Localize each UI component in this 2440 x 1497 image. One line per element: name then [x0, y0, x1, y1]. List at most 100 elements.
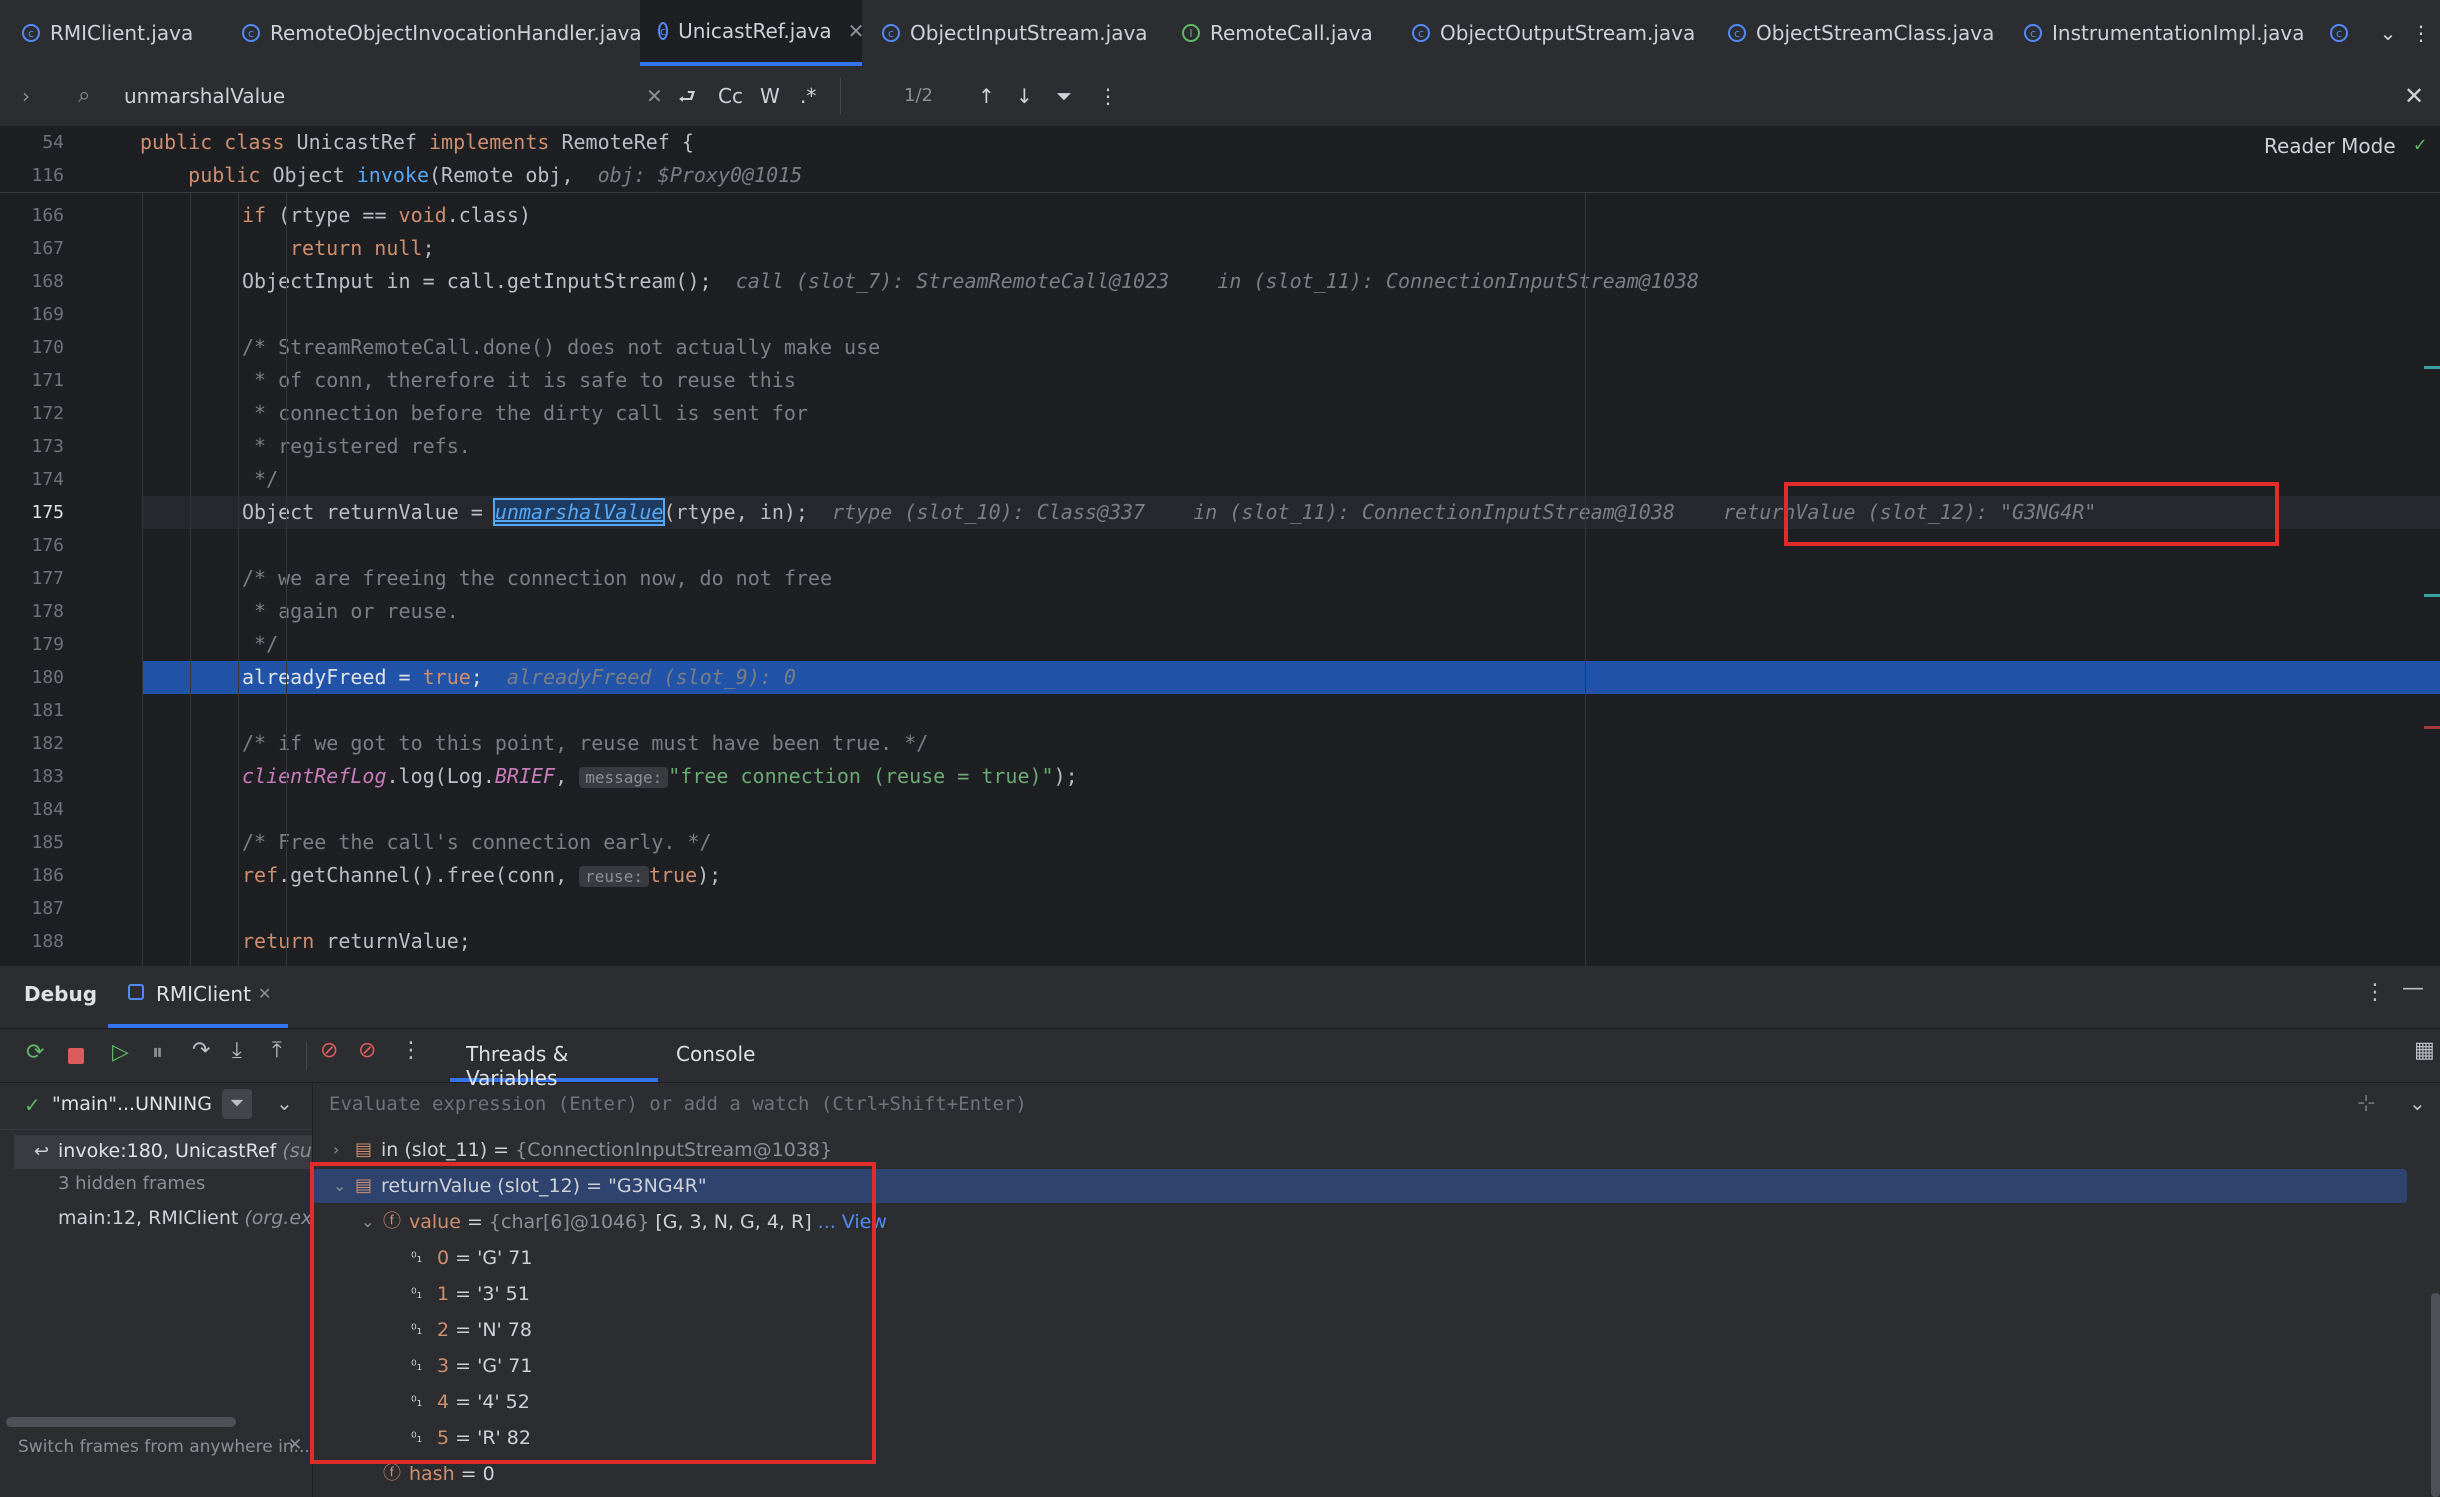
- clear-search-icon[interactable]: ✕: [646, 66, 663, 126]
- reader-mode-button[interactable]: Reader Mode: [2264, 134, 2396, 158]
- code-line[interactable]: 184: [0, 793, 2440, 826]
- line-number[interactable]: 181: [0, 694, 64, 727]
- step-over-icon[interactable]: ↷: [192, 1038, 210, 1063]
- code-line[interactable]: 185 /* Free the call's connection early. …: [0, 826, 2440, 859]
- add-watch-icon[interactable]: ⊹: [2357, 1091, 2375, 1116]
- code-line[interactable]: 177 /* we are freeing the connection now,…: [0, 562, 2440, 595]
- more-options-icon[interactable]: ⋮: [1098, 66, 1118, 126]
- line-number[interactable]: 188: [0, 925, 64, 958]
- pause-icon[interactable]: ⏸: [152, 1040, 163, 1065]
- regex-toggle[interactable]: .*: [800, 66, 816, 126]
- line-number[interactable]: 185: [0, 826, 64, 859]
- step-into-icon[interactable]: ⤓: [232, 1038, 242, 1063]
- line-number[interactable]: 169: [0, 298, 64, 331]
- code-line[interactable]: 179 */: [0, 628, 2440, 661]
- more-icon[interactable]: ⋮: [400, 1038, 422, 1063]
- code-line[interactable]: 166 if (rtype == void.class): [0, 199, 2440, 232]
- line-number[interactable]: 183: [0, 760, 64, 793]
- search-input[interactable]: unmarshalValue: [124, 66, 285, 126]
- tab-rmiclient-session[interactable]: RMIClient ✕: [108, 966, 288, 1028]
- code-line[interactable]: 170 /* StreamRemoteCall.done() does not a…: [0, 331, 2440, 364]
- thread-selector[interactable]: ✓ "main"...UNNING ⏷ ⌄: [0, 1083, 312, 1130]
- expand-replace-icon[interactable]: ›: [22, 66, 30, 126]
- code-line[interactable]: 178 * again or reuse.: [0, 595, 2440, 628]
- line-number[interactable]: 173: [0, 430, 64, 463]
- vertical-scrollbar[interactable]: [2431, 1293, 2440, 1497]
- more-icon[interactable]: ⋮: [2364, 980, 2386, 1005]
- close-hint-icon[interactable]: ✕: [288, 1435, 302, 1455]
- code-line[interactable]: 173 * registered refs.: [0, 430, 2440, 463]
- code-line[interactable]: 168 ObjectInput in = call.getInputStream(…: [0, 265, 2440, 298]
- step-out-icon[interactable]: ⤒: [272, 1038, 282, 1063]
- line-number[interactable]: 176: [0, 529, 64, 562]
- more-icon[interactable]: ⋮: [2406, 0, 2436, 66]
- code-line[interactable]: 172 * connection before the dirty call i…: [0, 397, 2440, 430]
- tab-instrumentationimpl[interactable]: c InstrumentationImpl.java: [2024, 0, 2305, 66]
- line-number[interactable]: 177: [0, 562, 64, 595]
- line-number[interactable]: 175: [0, 496, 64, 529]
- filter-icon[interactable]: ⏷: [222, 1089, 252, 1119]
- close-find-icon[interactable]: ✕: [2404, 66, 2424, 126]
- filter-icon[interactable]: ⏷: [1056, 66, 1072, 126]
- code-line[interactable]: 182 /* if we got to this point, reuse mus…: [0, 727, 2440, 760]
- tab-remotecall[interactable]: I RemoteCall.java: [1182, 0, 1373, 66]
- line-number[interactable]: 179: [0, 628, 64, 661]
- line-number[interactable]: 186: [0, 859, 64, 892]
- tab-objectstreamclass[interactable]: c ObjectStreamClass.java: [1728, 0, 1994, 66]
- tab-console[interactable]: Console: [676, 1042, 755, 1066]
- code-line[interactable]: 183 clientRefLog.log(Log.BRIEF, message: "…: [0, 760, 2440, 793]
- view-breakpoints-icon[interactable]: ⊘: [320, 1038, 338, 1063]
- tab-remoteobjectinvocationhandler[interactable]: c RemoteObjectInvocationHandler.java: [242, 0, 642, 66]
- tab-overflow[interactable]: c: [2330, 0, 2358, 66]
- code-editor[interactable]: 54 public class UnicastRef implements Rem…: [0, 126, 2440, 966]
- tab-objectoutputstream[interactable]: c ObjectOutputStream.java: [1412, 0, 1695, 66]
- code-line[interactable]: 187: [0, 892, 2440, 925]
- code-line[interactable]: 169: [0, 298, 2440, 331]
- whole-words-toggle[interactable]: W: [760, 66, 780, 126]
- tab-list-chevron-icon[interactable]: ⌄: [2368, 0, 2408, 66]
- frame-row[interactable]: main:12, RMIClient (org.exam: [58, 1207, 312, 1229]
- previous-match-icon[interactable]: ↑: [978, 66, 995, 126]
- evaluate-expression-input[interactable]: Evaluate expression (Enter) or add a wat…: [329, 1093, 1027, 1115]
- code-line[interactable]: 188 return returnValue;: [0, 925, 2440, 958]
- tab-unicastref[interactable]: c UnicastRef.java ✕: [640, 0, 865, 66]
- line-number[interactable]: 184: [0, 793, 64, 826]
- resume-icon[interactable]: ▷: [112, 1040, 129, 1065]
- line-number[interactable]: 167: [0, 232, 64, 265]
- code-line[interactable]: 186 ref.getChannel().free(conn, reuse: tru…: [0, 859, 2440, 892]
- search-icon[interactable]: ⌕: [78, 66, 90, 126]
- next-match-icon[interactable]: ↓: [1016, 66, 1033, 126]
- current-execution-line[interactable]: 180 alreadyFreed = true; alreadyFreed (sl…: [0, 661, 2440, 694]
- hidden-frames[interactable]: 3 hidden frames: [58, 1173, 205, 1194]
- line-number[interactable]: 178: [0, 595, 64, 628]
- minimize-icon[interactable]: —: [2402, 976, 2424, 1001]
- chevron-down-icon[interactable]: ⌄: [276, 1091, 293, 1115]
- frame-row-selected[interactable]: ↩ invoke:180, UnicastRef (sun.rmi: [14, 1135, 312, 1169]
- rerun-icon[interactable]: ⟳: [26, 1040, 44, 1065]
- line-number[interactable]: 187: [0, 892, 64, 925]
- code-line[interactable]: 167 return null;: [0, 232, 2440, 265]
- line-number[interactable]: 170: [0, 331, 64, 364]
- line-number[interactable]: 172: [0, 397, 64, 430]
- mute-breakpoints-icon[interactable]: ⊘: [358, 1038, 376, 1063]
- code-line[interactable]: 171 * of conn, therefore it is safe to r…: [0, 364, 2440, 397]
- tab-threads-variables[interactable]: Threads & Variables: [450, 1028, 658, 1090]
- code-line[interactable]: 181: [0, 694, 2440, 727]
- tab-objectinputstream[interactable]: c ObjectInputStream.java: [882, 0, 1148, 66]
- tab-rmiclient[interactable]: c RMIClient.java: [22, 0, 193, 66]
- close-session-icon[interactable]: ✕: [258, 984, 271, 1003]
- close-tab-icon[interactable]: ✕: [848, 19, 865, 43]
- line-number[interactable]: 171: [0, 364, 64, 397]
- stop-icon[interactable]: [68, 1048, 84, 1064]
- new-line-icon[interactable]: ⮐: [678, 66, 696, 126]
- horizontal-scrollbar[interactable]: [6, 1417, 236, 1427]
- line-number[interactable]: 174: [0, 463, 64, 496]
- chevron-down-icon[interactable]: ⌄: [2409, 1091, 2426, 1115]
- match-case-toggle[interactable]: Cc: [718, 66, 743, 126]
- line-number[interactable]: 180: [0, 661, 64, 694]
- line-number[interactable]: 166: [0, 199, 64, 232]
- line-number[interactable]: 168: [0, 265, 64, 298]
- layout-icon[interactable]: ▦: [2414, 1038, 2435, 1063]
- frames-hint: Switch frames from anywhere in...: [18, 1437, 310, 1457]
- line-number[interactable]: 182: [0, 727, 64, 760]
